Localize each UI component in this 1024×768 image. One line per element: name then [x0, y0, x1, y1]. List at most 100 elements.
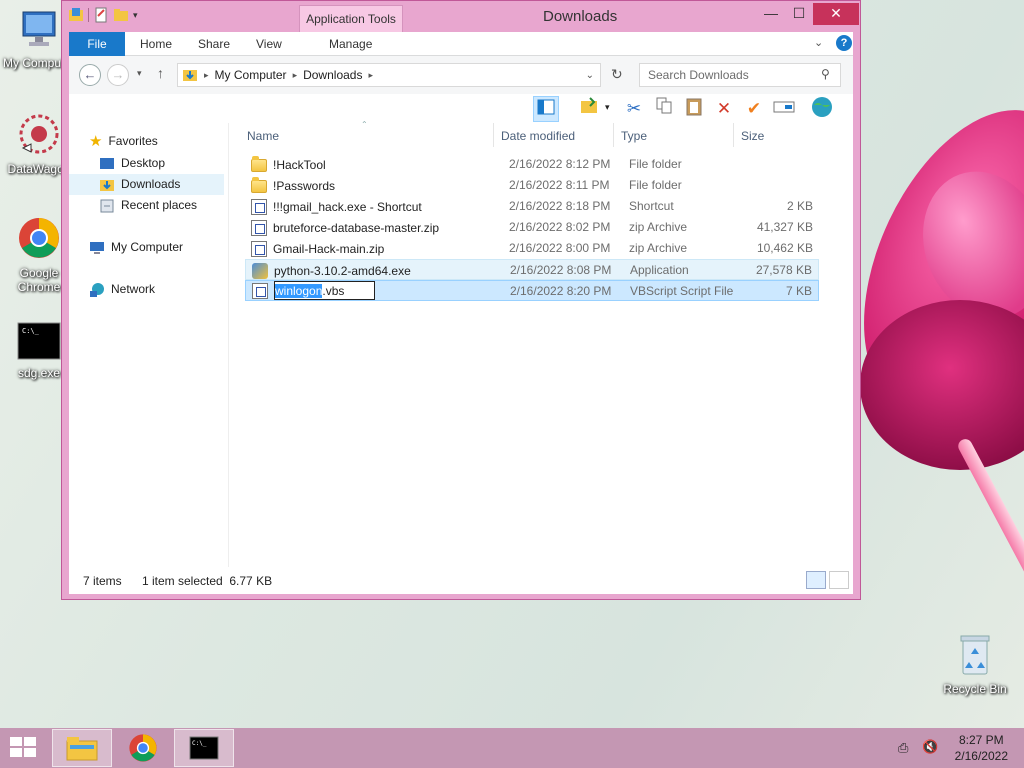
- forward-button[interactable]: →: [107, 64, 129, 86]
- svg-text:C:\_: C:\_: [192, 740, 207, 747]
- checkmark-icon[interactable]: ✔: [741, 96, 767, 122]
- volume-muted-icon[interactable]: 🔇: [922, 739, 938, 755]
- desktop-icon-recycle-bin[interactable]: Recycle Bin: [938, 632, 1012, 696]
- rename-icon[interactable]: [771, 96, 797, 122]
- breadcrumb-downloads[interactable]: Downloads: [303, 68, 362, 82]
- refresh-icon[interactable]: ↻: [611, 66, 623, 83]
- downloads-folder-icon: [183, 70, 197, 81]
- folder-icon: [251, 177, 267, 193]
- file-row[interactable]: Gmail-Hack-main.zip 2/16/2022 8:00 PM zi…: [245, 238, 819, 259]
- close-button[interactable]: ✕: [813, 3, 859, 25]
- column-divider[interactable]: [493, 123, 494, 147]
- file-type: Shortcut: [629, 199, 674, 213]
- rename-input[interactable]: winlogon .vbs: [274, 281, 376, 300]
- taskbar-chrome[interactable]: [113, 729, 173, 767]
- file-row-selected[interactable]: winlogon .vbs 2/16/2022 8:20 PM VBScript …: [245, 280, 819, 301]
- chevron-right-icon[interactable]: ▸: [204, 70, 209, 81]
- start-button[interactable]: [10, 737, 38, 759]
- delete-icon[interactable]: ✕: [711, 96, 737, 122]
- tab-manage[interactable]: Manage: [329, 32, 372, 56]
- column-header-name[interactable]: Name: [247, 129, 279, 143]
- file-row[interactable]: !HackTool 2/16/2022 8:12 PM File folder: [245, 154, 819, 175]
- ribbon-expand-icon[interactable]: ⌄: [814, 36, 823, 49]
- nav-network[interactable]: Network: [89, 279, 155, 300]
- breadcrumb-my-computer[interactable]: My Computer: [215, 68, 287, 82]
- zip-icon: [251, 241, 267, 257]
- tab-home[interactable]: Home: [140, 32, 172, 56]
- up-button[interactable]: ↑: [157, 65, 164, 81]
- nav-favorites[interactable]: ★ Favorites: [89, 131, 158, 152]
- move-dropdown-icon[interactable]: ▾: [605, 102, 610, 113]
- search-input[interactable]: Search Downloads: [639, 63, 841, 87]
- help-icon[interactable]: ?: [836, 35, 852, 51]
- recent-locations-icon[interactable]: ▾: [137, 68, 142, 79]
- nav-label: Desktop: [121, 156, 166, 170]
- nav-downloads[interactable]: Downloads: [69, 174, 224, 195]
- taskbar-file-explorer[interactable]: [52, 729, 112, 767]
- search-icon[interactable]: ⚲: [821, 67, 830, 81]
- new-folder-icon[interactable]: [113, 7, 129, 23]
- network-status-icon[interactable]: ⎙: [898, 740, 908, 756]
- file-name: bruteforce-database-master.zip: [273, 221, 440, 235]
- my-computer-icon: [90, 241, 104, 254]
- tab-view[interactable]: View: [256, 32, 282, 56]
- file-row[interactable]: python-3.10.2-amd64.exe 2/16/2022 8:08 P…: [245, 259, 819, 280]
- large-icons-view-icon[interactable]: [829, 571, 849, 589]
- nav-recent-places[interactable]: Recent places: [99, 195, 197, 216]
- file-date: 2/16/2022 8:20 PM: [510, 284, 612, 298]
- column-header-type[interactable]: Type: [621, 129, 647, 143]
- system-clock[interactable]: 8:27 PM 2/16/2022: [955, 732, 1008, 764]
- rename-selection: winlogon: [275, 283, 323, 298]
- paste-icon[interactable]: [681, 96, 707, 122]
- chevron-right-icon[interactable]: ▸: [293, 70, 298, 81]
- tab-share[interactable]: Share: [198, 32, 230, 56]
- title-bar[interactable]: ▾ Application Tools Downloads — ☐ ✕: [62, 1, 860, 32]
- move-to-icon[interactable]: [577, 96, 603, 122]
- file-date: 2/16/2022 8:08 PM: [510, 263, 612, 277]
- clock-time: 8:27 PM: [958, 733, 1004, 747]
- folder-icon: [251, 156, 267, 172]
- file-date: 2/16/2022 8:00 PM: [509, 241, 611, 255]
- nav-label: Network: [111, 282, 156, 296]
- details-view-icon[interactable]: [806, 571, 826, 589]
- nav-label: Favorites: [108, 134, 158, 148]
- customize-dropdown-icon[interactable]: ▾: [133, 7, 149, 23]
- minimize-button[interactable]: —: [757, 3, 785, 25]
- back-button[interactable]: ←: [79, 64, 101, 86]
- chevron-right-icon[interactable]: ▸: [368, 70, 373, 81]
- nav-my-computer[interactable]: My Computer: [89, 237, 183, 258]
- cut-icon[interactable]: ✂: [621, 96, 647, 122]
- content-area: ★ Favorites Desktop Downloads Recent pla…: [69, 120, 853, 567]
- folder-app-icon[interactable]: [68, 7, 84, 23]
- taskbar-console[interactable]: C:\_: [174, 729, 234, 767]
- item-count: 7 items: [83, 574, 122, 588]
- column-header-size[interactable]: Size: [741, 129, 764, 143]
- column-divider[interactable]: [613, 123, 614, 147]
- file-row[interactable]: !!!gmail_hack.exe - Shortcut 2/16/2022 8…: [245, 196, 819, 217]
- address-dropdown-icon[interactable]: ⌄: [586, 70, 594, 81]
- window-title: Downloads: [543, 8, 618, 25]
- nav-desktop[interactable]: Desktop: [99, 153, 165, 174]
- column-divider[interactable]: [733, 123, 734, 147]
- tab-file[interactable]: File: [69, 32, 125, 56]
- file-row[interactable]: !Passwords 2/16/2022 8:11 PM File folder: [245, 175, 819, 196]
- shortcut-icon: [251, 199, 267, 215]
- column-header-date[interactable]: Date modified: [501, 129, 575, 143]
- preview-pane-icon[interactable]: [533, 96, 559, 122]
- zip-icon: [251, 220, 267, 236]
- nav-label: Recent places: [121, 198, 198, 212]
- file-name: Gmail-Hack-main.zip: [273, 242, 385, 256]
- address-bar[interactable]: ▸ My Computer ▸ Downloads ▸ ⌄: [177, 63, 601, 87]
- file-name: !Passwords: [273, 178, 336, 193]
- file-row[interactable]: bruteforce-database-master.zip 2/16/2022…: [245, 217, 819, 238]
- star-icon: ★: [89, 133, 103, 150]
- copy-icon[interactable]: [651, 96, 677, 122]
- globe-icon[interactable]: [809, 96, 835, 122]
- file-name: !HackTool: [273, 157, 326, 172]
- properties-icon[interactable]: [93, 7, 109, 23]
- maximize-button[interactable]: ☐: [785, 3, 813, 25]
- command-toolbar: ▾ ✂ ✕ ✔: [69, 94, 853, 123]
- python-installer-icon: [252, 263, 268, 279]
- application-tools-tab-group: Application Tools: [299, 5, 403, 32]
- chrome-icon: [129, 734, 157, 762]
